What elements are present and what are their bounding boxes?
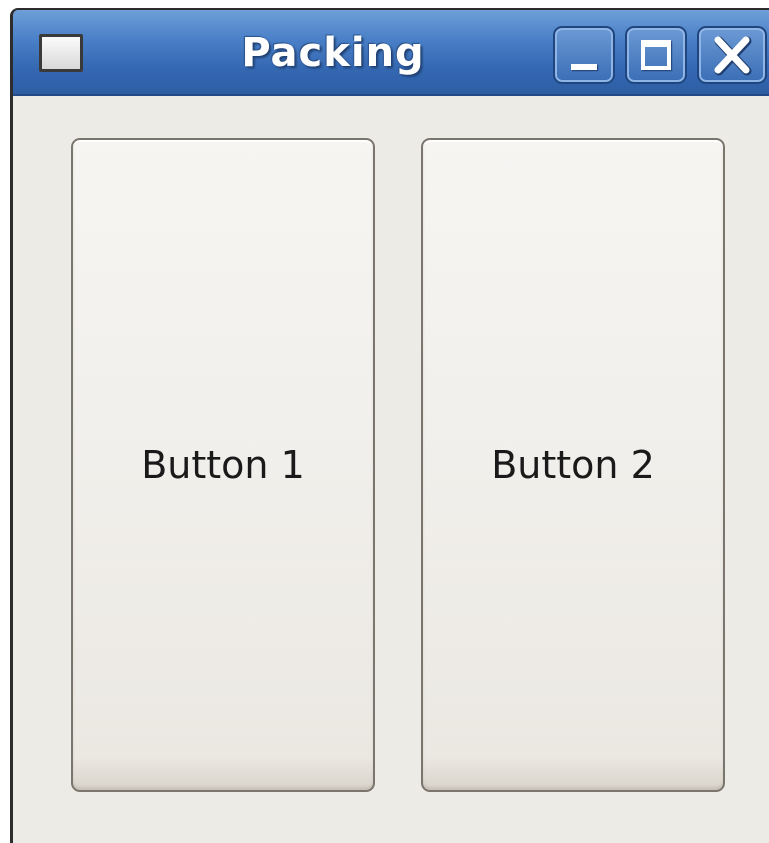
packing-window: Packing Button 1 Button 2 [10,8,769,843]
minimize-icon [571,64,597,70]
button-1[interactable]: Button 1 [71,138,375,792]
close-icon [714,36,752,76]
minimize-button[interactable] [553,26,615,84]
title-bar[interactable]: Packing [13,10,769,96]
maximize-button[interactable] [625,26,687,84]
close-button[interactable] [697,26,767,84]
button-2[interactable]: Button 2 [421,138,725,792]
window-title: Packing [241,30,425,76]
maximize-icon [641,40,671,70]
